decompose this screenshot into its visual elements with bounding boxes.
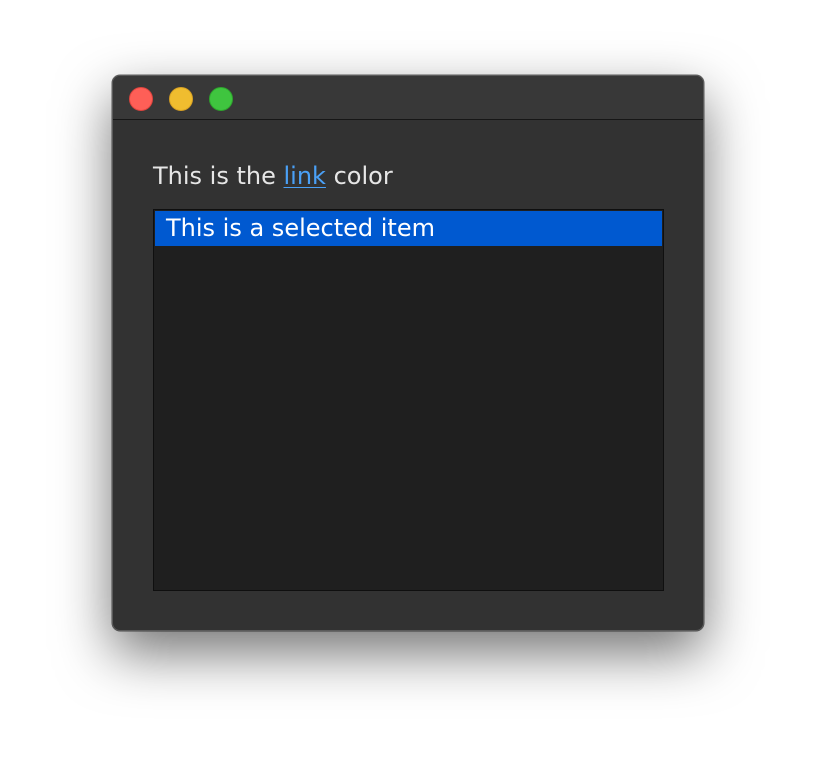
minimize-button[interactable] <box>169 87 193 111</box>
window-content: This is the link color This is a selecte… <box>113 120 703 630</box>
list-box[interactable]: This is a selected item <box>153 209 664 591</box>
close-button[interactable] <box>129 87 153 111</box>
list-item-selected[interactable]: This is a selected item <box>155 211 662 246</box>
link[interactable]: link <box>284 162 326 190</box>
app-window: This is the link color This is a selecte… <box>112 75 704 631</box>
link-color-text: This is the link color <box>153 162 393 190</box>
title-bar[interactable] <box>113 76 703 120</box>
text-before-link: This is the <box>153 162 284 190</box>
zoom-button[interactable] <box>209 87 233 111</box>
text-after-link: color <box>325 162 393 190</box>
